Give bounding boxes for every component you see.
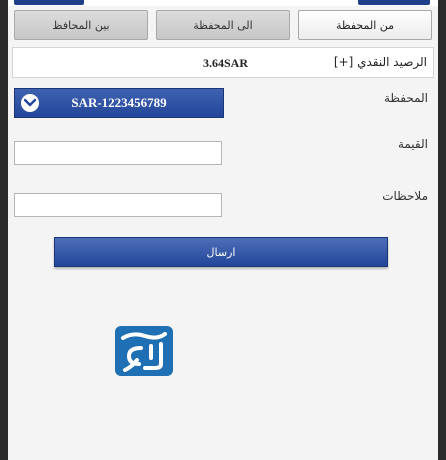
notes-input[interactable]: [14, 193, 222, 217]
top-button-right[interactable]: [358, 0, 430, 5]
wallet-label: المحفظة: [383, 91, 428, 105]
top-button-left[interactable]: [14, 0, 84, 5]
balance-label[interactable]: الرصيد النقدي [+]: [334, 55, 427, 69]
tab-from-wallet[interactable]: من المحفظة: [298, 10, 432, 40]
send-button[interactable]: ارسال: [54, 237, 388, 267]
tab-between-wallets[interactable]: بين المحافظ: [14, 10, 148, 40]
brand-logo: [115, 326, 173, 376]
amount-label: القيمة: [397, 137, 428, 151]
amount-input[interactable]: [14, 141, 222, 165]
chevron-down-icon[interactable]: [21, 94, 39, 112]
wallet-select-value: SAR-1223456789: [71, 95, 167, 110]
app-screen: من المحفظة الى المحفظة بين المحافظ الرصي…: [8, 0, 438, 460]
balance-value: 3.64SAR: [203, 56, 249, 70]
wallet-select[interactable]: SAR-1223456789: [14, 88, 224, 118]
tab-to-wallet[interactable]: الى المحفظة: [156, 10, 290, 40]
balance-row[interactable]: الرصيد النقدي [+] 3.64SAR: [12, 47, 434, 78]
notes-label: ملاحظات: [382, 189, 428, 203]
wallet-tabs: من المحفظة الى المحفظة بين المحافظ: [12, 10, 434, 42]
